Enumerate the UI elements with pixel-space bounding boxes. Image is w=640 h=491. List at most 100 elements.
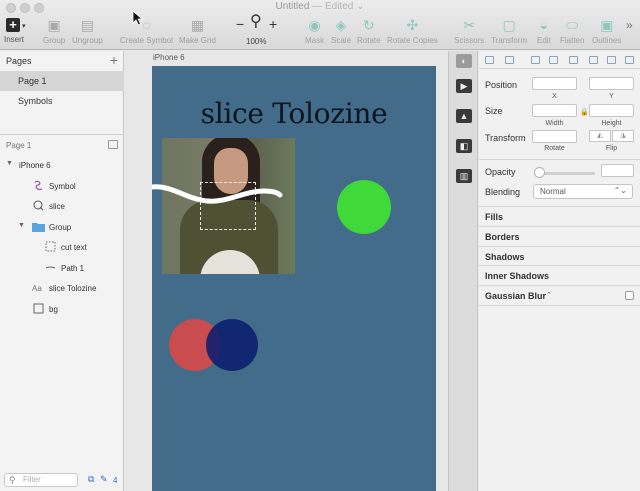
gaussian-blur-checkbox[interactable] bbox=[625, 291, 634, 300]
transform-button[interactable]: ▢ Transform bbox=[491, 17, 527, 45]
rotate-copies-icon: ✣ bbox=[406, 17, 419, 33]
slices-filter-icon[interactable]: ✎ bbox=[100, 474, 108, 485]
align-left-icon[interactable] bbox=[485, 56, 494, 64]
edit-button[interactable]: ◒ Edit bbox=[537, 17, 551, 45]
create-symbol-button[interactable]: ◌ Create Symbol bbox=[120, 17, 173, 45]
disclosure-triangle-icon[interactable]: ▼ bbox=[6, 160, 13, 167]
layer-bg[interactable]: bg bbox=[0, 299, 124, 319]
layer-artboard-iphone-6[interactable]: ▼ iPhone 6 bbox=[0, 155, 124, 175]
x-field[interactable] bbox=[532, 77, 577, 90]
disclosure-triangle-icon[interactable]: ▼ bbox=[18, 222, 25, 229]
path-layer[interactable] bbox=[152, 181, 287, 221]
flip-horizontal-button[interactable]: ◭ bbox=[589, 130, 611, 142]
shadows-section[interactable]: Shadows bbox=[479, 246, 640, 266]
symbols-filter-icon[interactable]: ⧉ bbox=[88, 474, 94, 485]
inspector-mode-icon[interactable]: ▶ bbox=[456, 79, 472, 93]
align-right-icon[interactable] bbox=[531, 56, 540, 64]
layer-slice-tolozine[interactable]: Aa slice Tolozine bbox=[0, 278, 124, 298]
divider bbox=[479, 159, 640, 160]
mask-button[interactable]: ◉ Mask bbox=[305, 17, 324, 45]
rotate-field[interactable] bbox=[532, 130, 577, 143]
flatten-button[interactable]: ⬭ Flatten bbox=[560, 17, 584, 45]
layers-panel: Pages + Page 1 Symbols Page 1 ▼ iPhone 6… bbox=[0, 51, 124, 491]
opacity-field[interactable] bbox=[601, 164, 634, 177]
inspector-mode-icon[interactable]: ◧ bbox=[456, 139, 472, 153]
gaussian-blur-section[interactable]: Gaussian Blur ⌃ bbox=[479, 285, 640, 305]
inspector-mode-icon[interactable]: ▥ bbox=[456, 169, 472, 183]
make-grid-button[interactable]: ▦ Make Grid bbox=[179, 17, 216, 45]
layer-slice[interactable]: slice bbox=[0, 196, 124, 216]
y-label: Y bbox=[609, 93, 614, 100]
rotate-copies-button[interactable]: ✣ Rotate Copies bbox=[387, 17, 438, 45]
height-label: Height bbox=[601, 120, 622, 127]
canvas[interactable]: iPhone 6 slice Tolozine bbox=[125, 51, 447, 491]
pages-title: Pages bbox=[6, 56, 32, 66]
canvas-text-layer[interactable]: slice Tolozine bbox=[152, 97, 436, 130]
scissors-button[interactable]: ✂ Scissors bbox=[454, 17, 484, 45]
align-middle-icon[interactable] bbox=[589, 56, 598, 64]
chevron-down-icon: ▾ bbox=[22, 23, 26, 30]
document-status: — Edited ⌄ bbox=[312, 1, 365, 12]
layer-path-1[interactable]: Path 1 bbox=[0, 258, 124, 278]
align-center-icon[interactable] bbox=[505, 56, 514, 64]
transform-label: Transform bbox=[485, 133, 526, 143]
y-field[interactable] bbox=[589, 77, 634, 90]
align-top-icon[interactable] bbox=[569, 56, 578, 64]
align-bottom-icon[interactable] bbox=[607, 56, 616, 64]
ungroup-button[interactable]: ▤ Ungroup bbox=[72, 17, 103, 45]
zoom-in-button[interactable]: + bbox=[269, 16, 277, 35]
symbol-icon bbox=[34, 180, 43, 191]
inspector-panel: Position X Y Size 🔒 Width Height Transfo… bbox=[479, 51, 640, 491]
artboard-iphone-6[interactable]: slice Tolozine bbox=[152, 66, 436, 491]
inspector-toolstrip: ◐ ▶ ▲ ◧ ▥ bbox=[448, 51, 478, 491]
inspector-mode-icon[interactable]: ◐ bbox=[456, 54, 472, 68]
search-icon: ⚲ bbox=[9, 475, 16, 485]
flip-vertical-button[interactable]: ◮ bbox=[612, 130, 634, 142]
lock-icon[interactable]: 🔒 bbox=[580, 108, 589, 116]
page-item-symbols[interactable]: Symbols bbox=[0, 91, 124, 111]
mask-icon: ◉ bbox=[308, 17, 321, 33]
outlines-button[interactable]: ▣ Outlines bbox=[592, 17, 621, 45]
edit-icon: ◒ bbox=[539, 17, 549, 33]
inner-shadows-section[interactable]: Inner Shadows bbox=[479, 265, 640, 285]
scale-button[interactable]: ◈ Scale bbox=[331, 17, 351, 45]
opacity-label: Opacity bbox=[485, 167, 516, 177]
inspector-mode-icon[interactable]: ▲ bbox=[456, 109, 472, 123]
borders-section[interactable]: Borders bbox=[479, 226, 640, 246]
fills-section[interactable]: Fills bbox=[479, 206, 640, 226]
layer-symbol[interactable]: Symbol bbox=[0, 176, 124, 196]
document-title: Untitled bbox=[275, 1, 310, 12]
opacity-slider[interactable] bbox=[537, 172, 595, 175]
blue-circle[interactable] bbox=[206, 319, 258, 371]
ungroup-icon: ▤ bbox=[80, 17, 94, 33]
layer-group[interactable]: ▼ Group bbox=[0, 217, 124, 237]
blending-select[interactable]: Normal ⌃⌄ bbox=[533, 184, 633, 199]
magnifier-icon: ⚲ bbox=[250, 13, 262, 30]
page-item-page-1[interactable]: Page 1 bbox=[0, 71, 124, 91]
export-icon[interactable] bbox=[108, 140, 118, 149]
path-icon bbox=[45, 266, 56, 269]
folder-icon bbox=[32, 223, 45, 232]
zoom-button[interactable]: ⚲ bbox=[250, 14, 262, 33]
green-circle[interactable] bbox=[337, 180, 391, 234]
add-page-button[interactable]: + bbox=[110, 52, 118, 68]
rotate-button[interactable]: ↻ Rotate bbox=[357, 17, 381, 45]
more-tools-button[interactable]: » bbox=[626, 18, 633, 32]
chevron-updown-icon: ⌃⌄ bbox=[613, 186, 627, 195]
distribute-horizontal-icon[interactable] bbox=[549, 56, 558, 64]
pages-header: Pages + bbox=[0, 51, 124, 70]
zoom-out-button[interactable]: − bbox=[236, 16, 244, 35]
distribute-vertical-icon[interactable] bbox=[625, 56, 634, 64]
group-button[interactable]: ▣ Group bbox=[43, 17, 65, 45]
artboard-label[interactable]: iPhone 6 bbox=[153, 53, 185, 62]
chevron-updown-icon[interactable]: ⌃ bbox=[546, 291, 552, 299]
opacity-slider-knob[interactable] bbox=[534, 167, 545, 178]
slice-icon bbox=[33, 200, 44, 211]
insert-button[interactable]: + bbox=[6, 18, 20, 32]
text-icon: Aa bbox=[32, 284, 42, 293]
width-field[interactable] bbox=[532, 104, 577, 117]
layer-cut-text[interactable]: cut text bbox=[0, 237, 124, 257]
size-label: Size bbox=[485, 106, 503, 116]
height-field[interactable] bbox=[589, 104, 634, 117]
toolbar: Untitled — Edited ⌄ + ▾ Insert ▣ Group ▤ U… bbox=[0, 0, 640, 50]
